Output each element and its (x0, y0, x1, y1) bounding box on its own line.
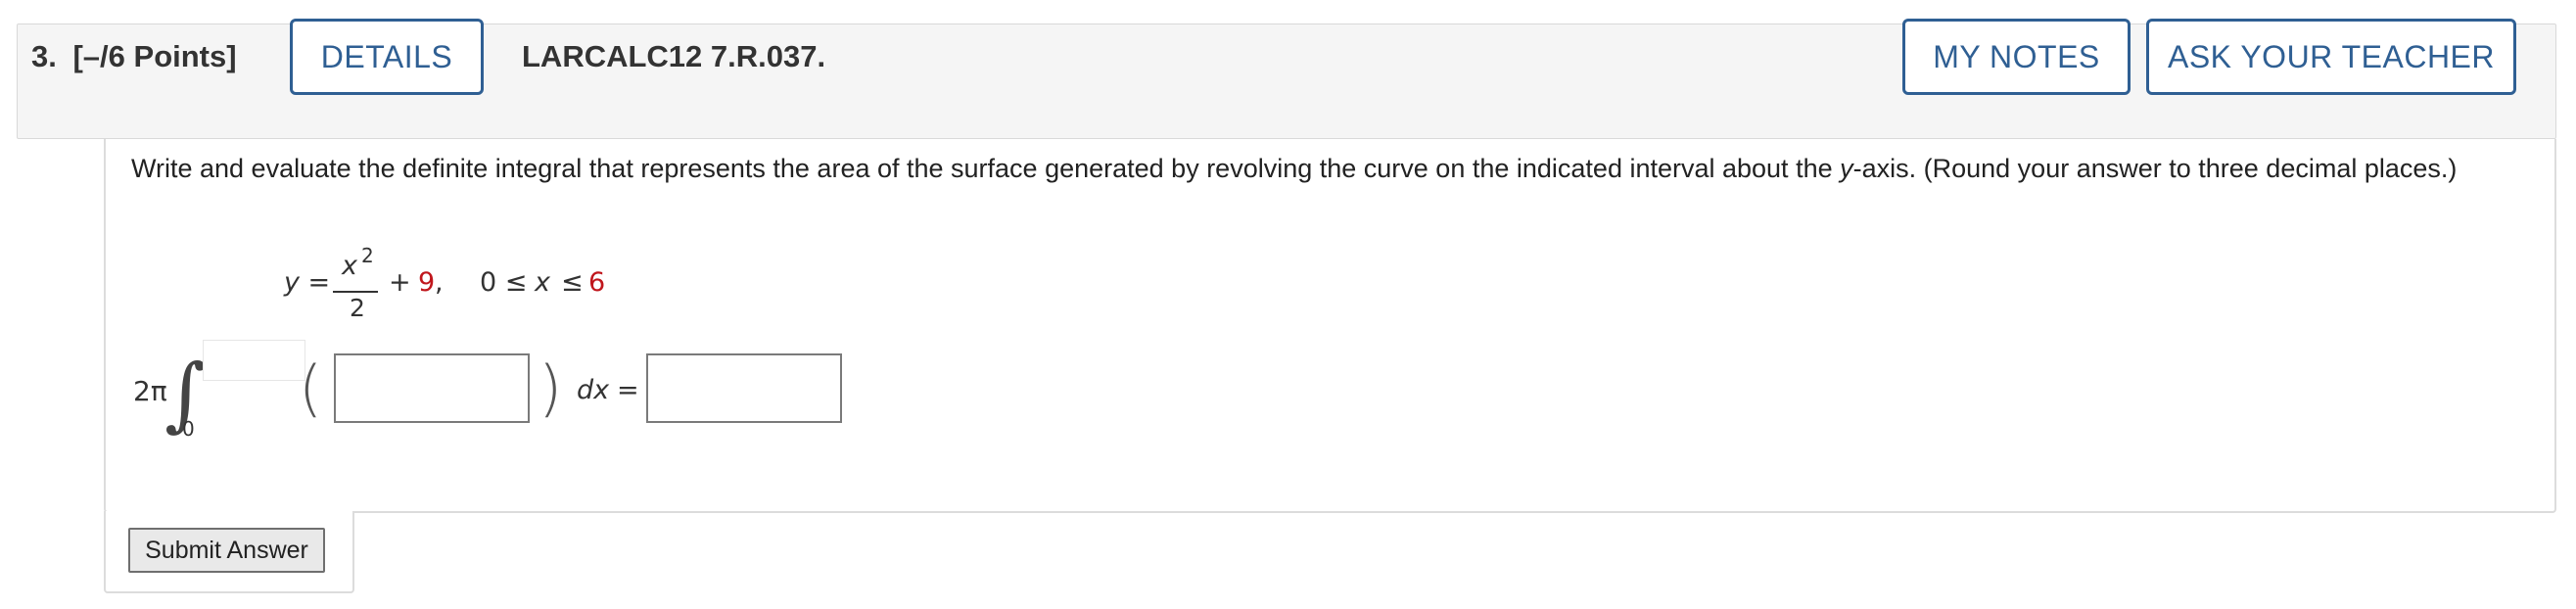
equals-sign: = (617, 375, 639, 405)
question-prompt: Write and evaluate the definite integral… (131, 151, 2520, 186)
equation-y: y = (284, 267, 331, 298)
equation-plus: + (389, 267, 411, 298)
problem-code: LARCALC12 7.R.037. (522, 39, 826, 73)
my-notes-button[interactable]: MY NOTES (1902, 19, 2131, 95)
fraction-bar (333, 291, 378, 293)
equation-constant: 9 (418, 267, 436, 298)
close-paren: ) (539, 352, 563, 424)
points-label: [–/6 Points] (72, 39, 237, 73)
prompt-text-start: Write and evaluate the definite integral… (131, 154, 1841, 183)
integral-coefficient: 2π (133, 375, 167, 407)
result-input[interactable] (646, 353, 842, 423)
question-heading: 3. [–/6 Points] (31, 39, 237, 74)
prompt-text-end: -axis. (Round your answer to three decim… (1852, 154, 2458, 183)
equation-exponent: 2 (361, 244, 374, 267)
prompt-axis-variable: y (1840, 154, 1853, 183)
question-number: 3. (31, 39, 57, 73)
differential: dx (577, 375, 610, 405)
equation-numerator-x: x (342, 251, 357, 281)
upper-limit-input[interactable] (203, 340, 305, 381)
ask-your-teacher-button[interactable]: ASK YOUR TEACHER (2146, 19, 2516, 95)
interval-le: ≤ (561, 267, 584, 298)
interval-end: 6 (588, 267, 606, 298)
integrand-input[interactable] (334, 353, 530, 423)
interval-start: 0 ≤ (480, 267, 528, 298)
interval-variable: x (535, 267, 550, 298)
details-button[interactable]: DETAILS (290, 19, 484, 95)
equation-denominator: 2 (350, 294, 365, 322)
lower-limit: 0 (182, 417, 195, 441)
question-panel (104, 139, 2556, 513)
submit-answer-button[interactable]: Submit Answer (128, 528, 325, 573)
equation-comma: , (435, 267, 444, 298)
open-paren: ( (299, 352, 323, 424)
